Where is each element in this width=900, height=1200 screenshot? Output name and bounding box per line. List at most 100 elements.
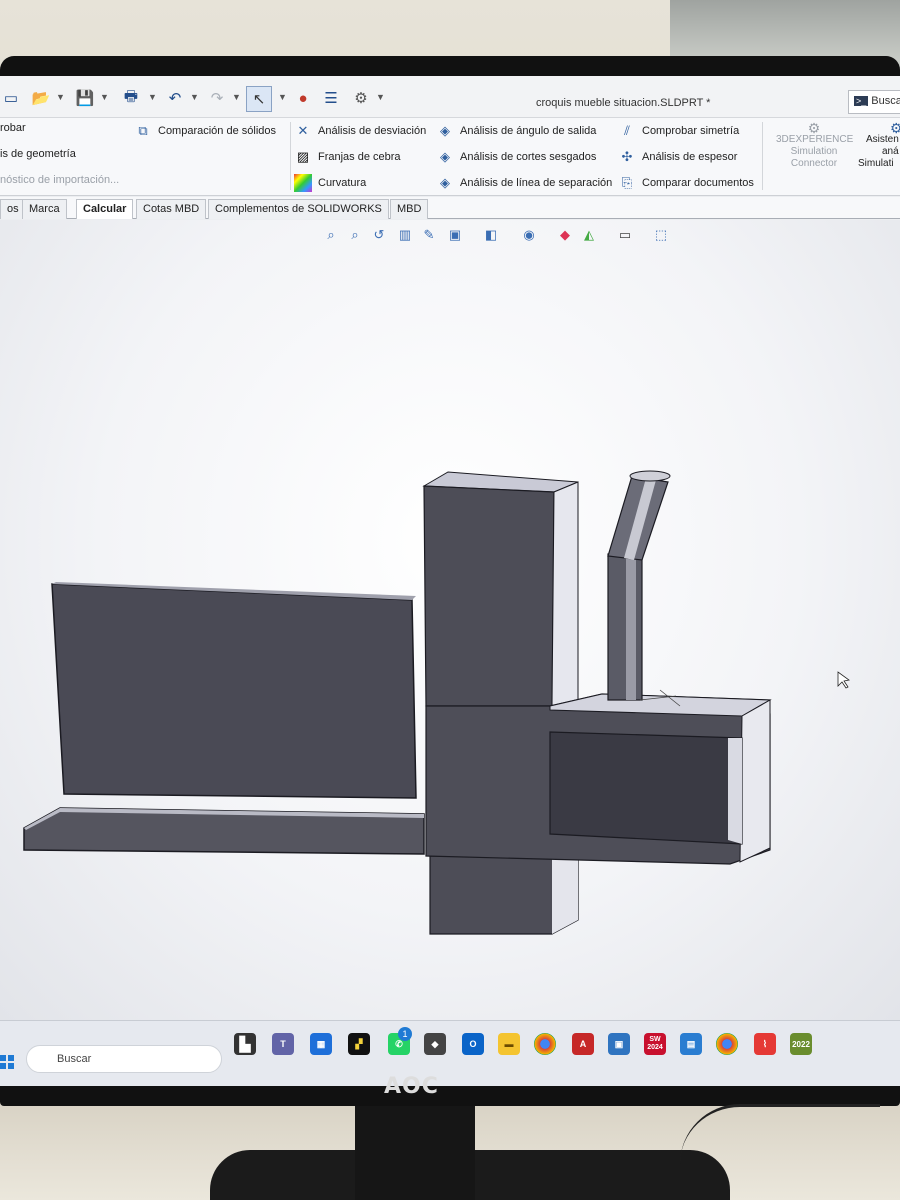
document-title: croquis mueble situacion.SLDPRT * — [536, 97, 711, 109]
ribbon-item-label: robar — [0, 122, 26, 134]
chevron-down-icon[interactable]: ▼ — [232, 92, 241, 102]
taskbar-search-input[interactable]: Buscar — [26, 1045, 222, 1073]
rebuild-traffic-light-icon[interactable]: ● — [292, 88, 314, 108]
chevron-down-icon[interactable]: ▼ — [190, 92, 199, 102]
monitor-brand-logo: AOC — [384, 1074, 439, 1099]
ribbon-item-label: Simulation — [790, 146, 838, 157]
tube-highlight — [626, 554, 636, 700]
ribbon-item-label: Análisis de desviación — [318, 125, 427, 137]
chrome-profile-icon[interactable] — [716, 1033, 738, 1055]
ribbon-item-analisis-espesor[interactable]: ✣ Análisis de espesor — [618, 148, 738, 166]
ribbon-item-analisis-linea-separacion[interactable]: ◈ Análisis de línea de separación — [436, 174, 612, 192]
save-icon[interactable]: 💾 — [74, 88, 96, 108]
compare-solids-icon: ⧉ — [138, 123, 148, 138]
upper-post-face[interactable] — [423, 485, 555, 707]
ribbon-item-analisis-geometria[interactable]: is de geometría — [0, 148, 76, 160]
ribbon-separator — [762, 122, 763, 190]
solidworks-screen: ▭ 📂 ▼ 💾 ▼ 🖶 ▼ ↶ ▼ ↷ ▼ ↖ ▼ ● ☰ ⚙ ▼ croqui… — [0, 76, 900, 1086]
autocad-icon[interactable]: A — [572, 1033, 594, 1055]
cutout-inner-side — [728, 738, 742, 844]
print-icon[interactable]: 🖶 — [120, 88, 142, 108]
ribbon-item-label: Franjas de cebra — [318, 151, 401, 163]
gear-icon[interactable]: ⚙ — [350, 88, 372, 108]
cube-app-icon[interactable]: ▣ — [608, 1033, 630, 1055]
beam-end-side — [739, 699, 771, 863]
ribbon-item-label: Comparación de sólidos — [158, 125, 277, 137]
redo-icon[interactable]: ↷ — [206, 88, 228, 108]
undo-icon[interactable]: ↶ — [164, 88, 186, 108]
notification-badge: 1 — [398, 1027, 412, 1041]
part-3d-model[interactable] — [0, 220, 900, 1020]
ribbon-separator — [290, 122, 291, 190]
3d-app-icon[interactable]: ◆ — [424, 1033, 446, 1055]
chevron-down-icon[interactable]: ▼ — [56, 92, 65, 102]
ribbon-item-label: Asisten — [866, 134, 899, 145]
chevron-down-icon[interactable]: ▼ — [376, 92, 385, 102]
search-commands-box[interactable]: >_Buscar — [848, 90, 900, 114]
ribbon-item-label: nóstico de importación... — [0, 174, 120, 186]
compare-documents-icon: ⎘ — [621, 175, 633, 190]
ribbon-item-label: Análisis de espesor — [642, 151, 738, 163]
tab-mbd[interactable]: MBD — [390, 199, 429, 219]
sticky-notes-icon[interactable]: ▞ — [348, 1033, 370, 1055]
deviation-analysis-icon: ✕ — [297, 123, 309, 138]
tab-marca[interactable]: Marca — [22, 199, 67, 219]
ribbon-item-curvatura[interactable]: Curvatura — [294, 174, 366, 192]
ribbon-item-comprobar-simetria[interactable]: ⫽ Comprobar simetría — [618, 122, 739, 140]
solidworks-icon[interactable]: SW 2024 — [644, 1033, 666, 1055]
left-panel-face[interactable] — [51, 583, 417, 799]
windows-start-icon[interactable] — [0, 1055, 14, 1069]
calculator-icon[interactable]: ▤ — [680, 1033, 702, 1055]
ribbon-item-comparar-documentos[interactable]: ⎘ Comparar documentos — [618, 174, 754, 192]
ribbon-item-comparacion-solidos[interactable]: ⧉ Comparación de sólidos — [134, 122, 276, 140]
title-bar: ▭ 📂 ▼ 💾 ▼ 🖶 ▼ ↶ ▼ ↷ ▼ ↖ ▼ ● ☰ ⚙ ▼ croqui… — [0, 76, 900, 118]
file-explorer-icon[interactable]: ▬ — [498, 1033, 520, 1055]
power-cable — [680, 1104, 880, 1200]
task-view-icon[interactable]: ▙ — [234, 1033, 256, 1055]
store-icon[interactable]: ▦ — [310, 1033, 332, 1055]
undercut-analysis-icon: ◈ — [440, 149, 450, 164]
outlook-icon[interactable]: O — [462, 1033, 484, 1055]
app-year-label: 2022 — [792, 1039, 810, 1049]
draft-analysis-icon: ◈ — [440, 123, 450, 138]
ribbon-item-label: aná — [882, 146, 899, 157]
ribbon-item-comprobar[interactable]: robar — [0, 122, 26, 134]
chevron-down-icon[interactable]: ▼ — [100, 92, 109, 102]
tube-vertical[interactable] — [607, 553, 643, 701]
ribbon-item-analisis-cortes-sesgados[interactable]: ◈ Análisis de cortes sesgados — [436, 148, 596, 166]
app-2022-icon[interactable]: 2022 — [790, 1033, 812, 1055]
tab-cotas-mbd[interactable]: Cotas MBD — [136, 199, 207, 219]
upper-post-side — [551, 481, 579, 707]
parting-line-analysis-icon: ◈ — [440, 175, 450, 190]
open-folder-icon[interactable]: 📂 — [30, 88, 52, 108]
ribbon-item-franjas-cebra[interactable]: ▨ Franjas de cebra — [294, 148, 401, 166]
command-manager-tabs: os Marca Calcular Cotas MBD Complementos… — [0, 197, 900, 219]
ribbon-item-simulation-connector[interactable]: ⚙ 3DEXPERIENCE Simulation Connector — [776, 120, 853, 170]
ribbon-item-asistente-analisis[interactable]: ⚙ Asisten aná Simulati — [856, 121, 900, 170]
pdf-reader-icon[interactable]: ⌇ — [754, 1033, 776, 1055]
graphics-viewport[interactable]: ⌕ ⌕ ↺ ▥ ✎ ▣ ◧ ◉ ◆ ◭ ▭ ⬚ — [0, 220, 900, 1020]
select-pointer-icon[interactable]: ↖ — [246, 86, 272, 112]
ribbon-item-analisis-angulo-salida[interactable]: ◈ Análisis de ángulo de salida — [436, 122, 596, 140]
symmetry-check-icon: ⫽ — [624, 123, 630, 138]
zebra-stripes-icon: ▨ — [296, 149, 310, 164]
tab-calcular[interactable]: Calcular — [76, 199, 134, 219]
simulation-connector-icon: ⚙ — [807, 120, 821, 136]
teams-icon[interactable]: T — [272, 1033, 294, 1055]
chevron-down-icon[interactable]: ▼ — [278, 92, 287, 102]
ribbon-item-label: Análisis de cortes sesgados — [460, 151, 597, 163]
terminal-icon: >_ — [854, 96, 869, 106]
new-document-icon[interactable]: ▭ — [0, 88, 22, 108]
file-properties-icon[interactable]: ☰ — [320, 88, 342, 108]
chevron-down-icon[interactable]: ▼ — [148, 92, 157, 102]
search-label: Buscar — [871, 95, 900, 107]
beam-cutout[interactable] — [549, 731, 743, 845]
thickness-analysis-icon: ✣ — [621, 149, 633, 164]
evaluate-ribbon: robar is de geometría nóstico de importa… — [0, 118, 900, 196]
tab-complementos-solidworks[interactable]: Complementos de SOLIDWORKS — [208, 199, 389, 219]
ribbon-item-label: Análisis de línea de separación — [460, 177, 613, 189]
ribbon-item-diagnostico-importacion[interactable]: nóstico de importación... — [0, 174, 119, 186]
ribbon-item-analisis-desviacion[interactable]: ✕ Análisis de desviación — [294, 122, 427, 140]
ribbon-item-label: Análisis de ángulo de salida — [460, 125, 597, 137]
chrome-icon[interactable] — [534, 1033, 556, 1055]
